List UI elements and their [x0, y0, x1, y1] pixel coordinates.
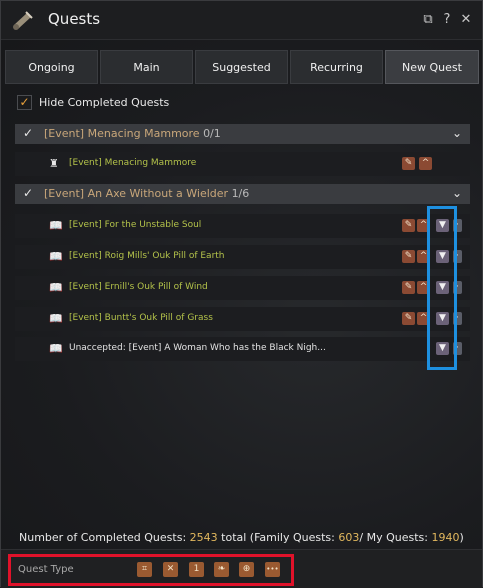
quest-row[interactable]: 📖 [Event] Buntt's Ouk Pill of Grass ✎ ^ … — [15, 307, 470, 331]
tab-suggested[interactable]: Suggested — [195, 50, 288, 84]
highlight-box-red — [8, 554, 294, 586]
summary-family: 603 — [338, 531, 360, 544]
group-title: [Event] An Axe Without a Wielder — [44, 187, 229, 200]
book-icon: 📖 — [49, 312, 63, 325]
scroll-quill-icon — [13, 11, 33, 30]
share-icon[interactable]: ^ — [419, 157, 432, 170]
hide-completed-checkbox[interactable]: ✓ — [17, 95, 32, 110]
tab-ongoing[interactable]: Ongoing — [5, 50, 98, 84]
book-icon: 📖 — [49, 281, 63, 294]
close-icon[interactable]: ✕ — [459, 12, 473, 28]
navigate-icon[interactable]: ✎ — [402, 157, 415, 170]
quest-row[interactable]: 📖 [Event] Roig Mills' Ouk Pill of Earth … — [15, 245, 470, 269]
navigate-icon[interactable]: ✎ — [402, 219, 415, 232]
quest-name: Unaccepted: [Event] A Woman Who has the … — [69, 343, 326, 353]
quests-window: Quests ⧉ ? ✕ Ongoing Main Suggested Recu… — [0, 0, 483, 588]
tab-new-quest[interactable]: New Quest — [385, 50, 479, 84]
tab-main[interactable]: Main — [100, 50, 193, 84]
summary-separator: / My Quests: — [359, 531, 428, 544]
summary-total-suffix: total (Family Quests: — [221, 531, 335, 544]
check-icon: ✓ — [23, 186, 34, 200]
quest-group-header[interactable]: ✓ [Event] An Axe Without a Wielder 1/6 ⌄ — [15, 184, 470, 204]
chevron-down-icon[interactable]: ⌄ — [452, 126, 462, 140]
quest-group-header[interactable]: ✓ [Event] Menacing Mammore 0/1 ⌄ — [15, 124, 470, 144]
quest-name: [Event] Roig Mills' Ouk Pill of Earth — [69, 251, 225, 261]
quest-row[interactable]: 📖 Unaccepted: [Event] A Woman Who has th… — [15, 337, 470, 361]
hide-completed-label: Hide Completed Quests — [39, 96, 170, 109]
group-count: 1/6 — [231, 187, 250, 200]
check-icon: ✓ — [23, 126, 34, 140]
tab-recurring[interactable]: Recurring — [290, 50, 383, 84]
navigate-icon[interactable]: ✎ — [402, 312, 415, 325]
navigate-icon[interactable]: ✎ — [402, 250, 415, 263]
title-bar: Quests ⧉ ? ✕ — [1, 1, 482, 40]
window-title: Quests — [48, 10, 101, 28]
help-icon[interactable]: ? — [440, 12, 454, 28]
quest-name: [Event] Menacing Mammore — [69, 158, 197, 168]
quest-row[interactable]: 📖 [Event] For the Unstable Soul ✎ ^ ▼ · — [15, 214, 470, 238]
highlight-box-blue — [427, 206, 457, 370]
book-icon: 📖 — [49, 250, 63, 263]
navigate-icon[interactable]: ✎ — [402, 281, 415, 294]
quest-row[interactable]: 📖 [Event] Ernill's Ouk Pill of Wind ✎ ^ … — [15, 276, 470, 300]
completed-summary: Number of Completed Quests: 2543 total (… — [19, 531, 464, 544]
quest-name: [Event] Ernill's Ouk Pill of Wind — [69, 282, 208, 292]
group-title: [Event] Menacing Mammore — [44, 127, 200, 140]
summary-close: ) — [459, 531, 464, 544]
summary-mine: 1940 — [431, 531, 460, 544]
chevron-down-icon[interactable]: ⌄ — [452, 186, 462, 200]
quest-row[interactable]: ♜ [Event] Menacing Mammore ✎ ^ — [15, 152, 470, 176]
book-icon: 📖 — [49, 219, 63, 232]
group-count: 0/1 — [203, 127, 221, 140]
tower-icon: ♜ — [49, 157, 59, 170]
summary-total: 2543 — [189, 531, 218, 544]
popout-icon[interactable]: ⧉ — [421, 12, 435, 28]
tab-bar: Ongoing Main Suggested Recurring New Que… — [5, 50, 479, 84]
summary-prefix: Number of Completed Quests: — [19, 531, 187, 544]
quest-name: [Event] For the Unstable Soul — [69, 220, 202, 230]
quest-name: [Event] Buntt's Ouk Pill of Grass — [69, 313, 213, 323]
book-icon: 📖 — [49, 342, 63, 355]
